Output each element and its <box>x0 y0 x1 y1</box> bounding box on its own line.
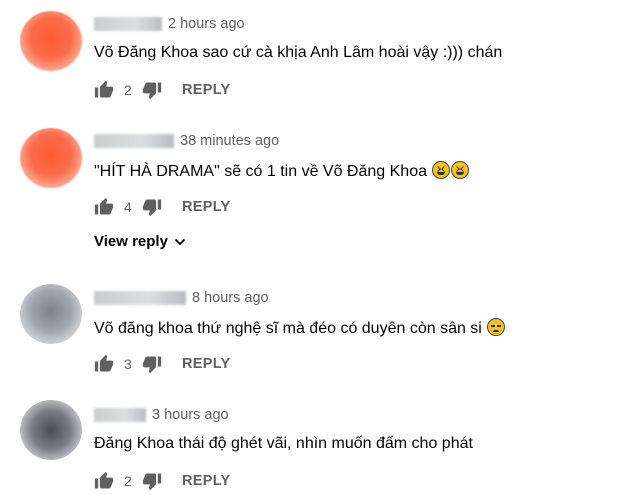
thumb-up-icon <box>94 197 114 215</box>
thumb-down-icon <box>142 356 162 374</box>
comments-section: 2 hours ago Võ Đăng Khoa sao cứ cà khịa … <box>0 0 635 495</box>
comment-actions: 2 REPLY <box>94 80 231 100</box>
like-count: 2 <box>124 82 132 98</box>
thumb-up-icon <box>94 80 114 98</box>
like-button[interactable] <box>94 197 114 217</box>
comment-actions: 4 REPLY <box>94 197 231 217</box>
dislike-button[interactable] <box>142 197 162 217</box>
author-name-blurred[interactable] <box>94 17 162 31</box>
comment-timestamp[interactable]: 8 hours ago <box>192 290 269 306</box>
like-count: 4 <box>124 199 132 215</box>
like-button[interactable] <box>94 354 114 374</box>
author-name-blurred[interactable] <box>94 408 146 422</box>
dislike-button[interactable] <box>142 354 162 374</box>
comment-header: 3 hours ago <box>94 405 229 425</box>
thumb-up-icon <box>94 354 114 372</box>
laughing-emoji-icon <box>451 161 470 179</box>
avatar[interactable] <box>20 284 82 344</box>
comment-timestamp[interactable]: 2 hours ago <box>168 16 245 32</box>
thumb-down-icon <box>142 82 162 100</box>
avatar[interactable] <box>20 400 82 460</box>
avatar[interactable] <box>20 11 82 71</box>
chevron-down-icon <box>174 238 186 245</box>
reply-button[interactable]: REPLY <box>182 356 231 372</box>
reply-button[interactable]: REPLY <box>182 82 231 98</box>
comment-text: Đăng Khoa thái độ ghét vãi, nhìn muốn đấ… <box>94 435 473 452</box>
avatar[interactable] <box>20 128 82 188</box>
author-name-blurred[interactable] <box>94 291 186 305</box>
comment-header: 2 hours ago <box>94 14 245 34</box>
view-reply-label: View reply <box>94 233 168 250</box>
comment-actions: 2 REPLY <box>94 471 231 491</box>
dislike-button[interactable] <box>142 80 162 100</box>
author-name-blurred[interactable] <box>94 134 174 148</box>
like-button[interactable] <box>94 471 114 491</box>
comment-text: "HÍT HÀ DRAMA" sẽ có 1 tin về Võ Đăng Kh… <box>94 163 427 180</box>
comment-header: 38 minutes ago <box>94 131 279 151</box>
comment-text: Võ Đăng Khoa sao cứ cà khịa Anh Lâm hoài… <box>94 44 503 61</box>
dislike-button[interactable] <box>142 471 162 491</box>
like-count: 3 <box>124 356 132 372</box>
like-button[interactable] <box>94 80 114 100</box>
comment-header: 8 hours ago <box>94 288 269 308</box>
thumb-down-icon <box>142 473 162 491</box>
thumb-up-icon <box>94 471 114 489</box>
comment-actions: 3 REPLY <box>94 354 231 374</box>
reply-button[interactable]: REPLY <box>182 473 231 489</box>
comment-text-row: "HÍT HÀ DRAMA" sẽ có 1 tin về Võ Đăng Kh… <box>94 161 470 181</box>
view-reply-button[interactable]: View reply <box>94 233 186 250</box>
unamused-emoji-icon <box>487 318 506 336</box>
comment-text-row: Võ đăng khoa thứ nghệ sĩ mà đéo có duyên… <box>94 318 506 338</box>
reply-button[interactable]: REPLY <box>182 199 231 215</box>
laughing-emoji-icon <box>432 161 451 179</box>
comment-text: Võ đăng khoa thứ nghệ sĩ mà đéo có duyên… <box>94 320 482 337</box>
comment-timestamp[interactable]: 3 hours ago <box>152 407 229 423</box>
thumb-down-icon <box>142 199 162 217</box>
comment-timestamp[interactable]: 38 minutes ago <box>180 133 279 149</box>
like-count: 2 <box>124 473 132 489</box>
